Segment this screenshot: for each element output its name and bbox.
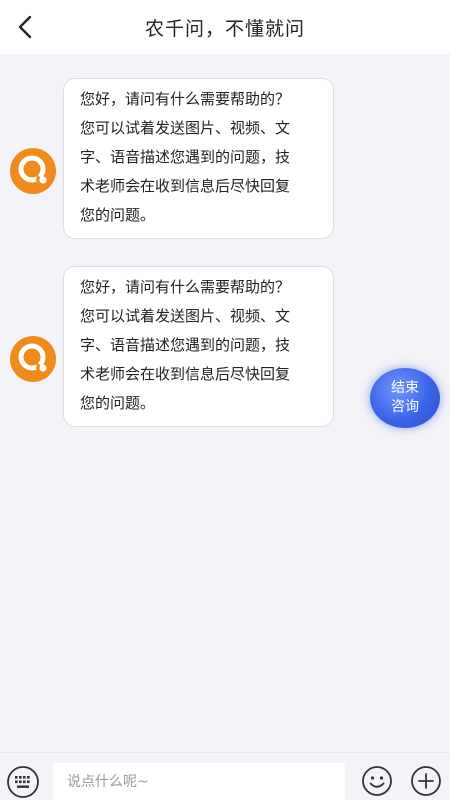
message-input[interactable] xyxy=(53,763,345,800)
plus-icon xyxy=(411,766,441,796)
chat-page: 农千问，不懂就问 您好，请问有什么需要帮助的？ 您可以试着发送图片、视频、文 字… xyxy=(0,0,450,800)
message-bubble: 您好，请问有什么需要帮助的？ 您可以试着发送图片、视频、文 字、语音描述您遇到的… xyxy=(63,78,334,239)
keyboard-icon xyxy=(7,766,39,798)
bot-avatar[interactable] xyxy=(10,148,56,194)
end-consultation-label-line2: 咨询 xyxy=(391,399,419,415)
keyboard-toggle-button[interactable] xyxy=(6,765,40,799)
more-options-button[interactable] xyxy=(410,765,442,797)
end-consultation-button[interactable]: 结束 咨询 xyxy=(370,368,440,428)
end-consultation-label-line1: 结束 xyxy=(391,380,419,396)
page-title: 农千问，不懂就问 xyxy=(144,18,305,40)
bot-avatar[interactable] xyxy=(10,336,56,382)
question-chat-logo-icon xyxy=(10,148,56,194)
input-toolbar xyxy=(0,752,450,800)
question-chat-logo-icon xyxy=(10,336,56,382)
emoji-button[interactable] xyxy=(361,765,393,797)
message-bubble: 您好，请问有什么需要帮助的？ 您可以试着发送图片、视频、文 字、语音描述您遇到的… xyxy=(63,266,334,427)
smiley-icon xyxy=(362,766,392,796)
header-bar: 农千问，不懂就问 xyxy=(0,0,450,54)
